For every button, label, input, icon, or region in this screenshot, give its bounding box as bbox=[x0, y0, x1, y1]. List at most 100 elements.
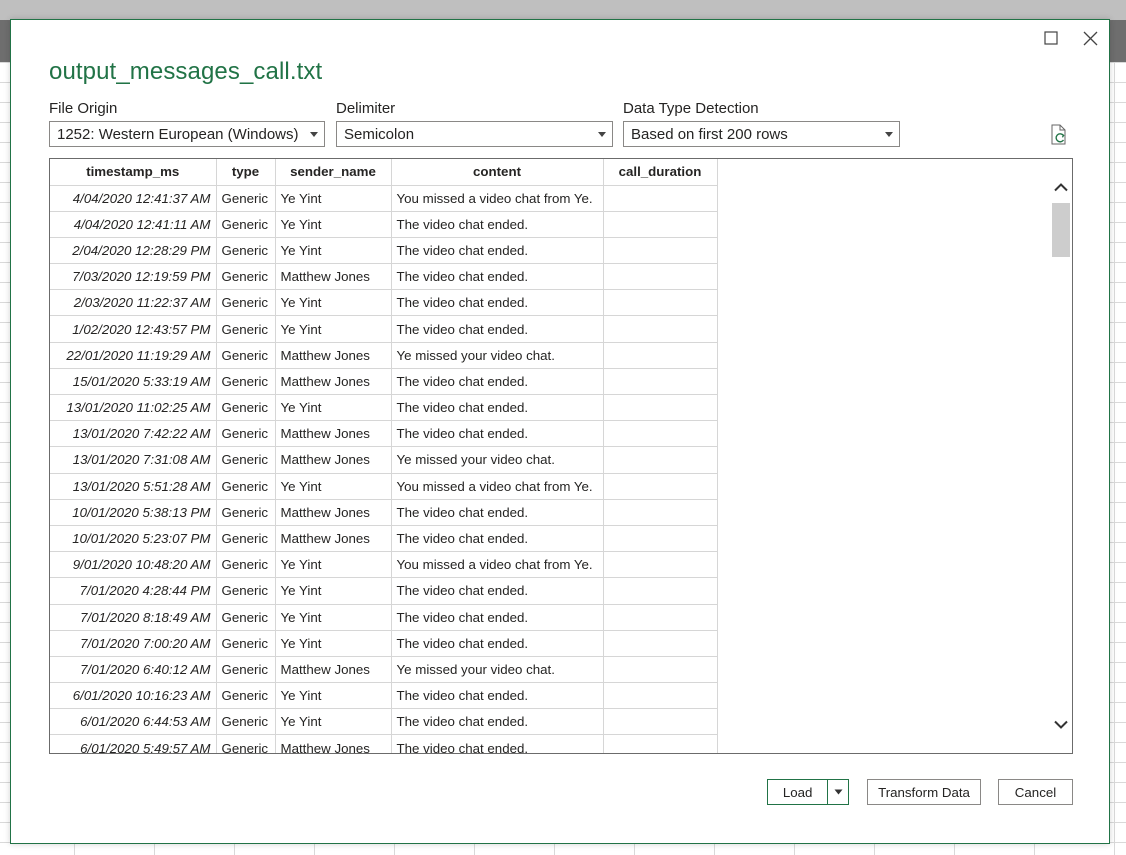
refresh-file-icon[interactable] bbox=[1049, 124, 1069, 151]
sender-name-cell: Ye Yint bbox=[275, 289, 392, 317]
sender-name-cell: Ye Yint bbox=[275, 630, 392, 657]
scroll-up-button[interactable] bbox=[1050, 176, 1072, 198]
call-duration-cell bbox=[603, 604, 718, 631]
timestamp-cell: 7/01/2020 8:18:49 AM bbox=[50, 604, 217, 631]
call-duration-cell bbox=[603, 394, 718, 422]
timestamp-cell: 2/03/2020 11:22:37 AM bbox=[50, 289, 217, 317]
sender-name-cell: Matthew Jones bbox=[275, 525, 392, 553]
import-dialog: output_messages_call.txt File Origin 125… bbox=[10, 19, 1110, 844]
table-row: 7/01/2020 7:00:20 AM Generic Ye Yint The vi… bbox=[50, 630, 718, 657]
scroll-down-button[interactable] bbox=[1050, 714, 1072, 736]
chevron-up-icon bbox=[1054, 183, 1068, 192]
sender-name-cell: Matthew Jones bbox=[275, 342, 392, 369]
table-row: 10/01/2020 5:23:07 PM Generic Matthew Jone… bbox=[50, 525, 718, 553]
close-button[interactable] bbox=[1077, 26, 1103, 50]
content-cell: The video chat ended. bbox=[391, 734, 604, 753]
call-duration-cell bbox=[603, 499, 718, 526]
sender-name-cell: Ye Yint bbox=[275, 185, 392, 212]
timestamp-cell: 13/01/2020 7:31:08 AM bbox=[50, 446, 217, 474]
sender-name-cell: Matthew Jones bbox=[275, 499, 392, 526]
type-cell: Generic bbox=[216, 368, 276, 396]
column-header-call-duration[interactable]: call_duration bbox=[603, 159, 718, 186]
timestamp-cell: 7/01/2020 7:00:20 AM bbox=[50, 630, 217, 657]
timestamp-cell: 7/01/2020 4:28:44 PM bbox=[50, 577, 217, 605]
type-cell: Generic bbox=[216, 473, 276, 500]
type-cell: Generic bbox=[216, 630, 276, 657]
table-row: 2/04/2020 12:28:29 PM Generic Ye Yint The v… bbox=[50, 237, 718, 265]
timestamp-cell: 13/01/2020 5:51:28 AM bbox=[50, 473, 217, 500]
timestamp-cell: 13/01/2020 11:02:25 AM bbox=[50, 394, 217, 422]
file-origin-label: File Origin bbox=[49, 100, 118, 117]
type-cell: Generic bbox=[216, 551, 276, 579]
file-origin-select[interactable]: 1252: Western European (Windows) bbox=[49, 121, 325, 147]
content-cell: The video chat ended. bbox=[391, 420, 604, 448]
type-cell: Generic bbox=[216, 656, 276, 684]
dialog-title: output_messages_call.txt bbox=[49, 58, 323, 85]
content-cell: The video chat ended. bbox=[391, 289, 604, 317]
type-cell: Generic bbox=[216, 211, 276, 238]
data-type-detection-select[interactable]: Based on first 200 rows bbox=[623, 121, 900, 147]
type-cell: Generic bbox=[216, 394, 276, 422]
delimiter-select[interactable]: Semicolon bbox=[336, 121, 613, 147]
sender-name-cell: Ye Yint bbox=[275, 211, 392, 238]
transform-data-button[interactable]: Transform Data bbox=[867, 779, 981, 805]
call-duration-cell bbox=[603, 551, 718, 579]
sender-name-cell: Matthew Jones bbox=[275, 446, 392, 474]
timestamp-cell: 6/01/2020 6:44:53 AM bbox=[50, 708, 217, 736]
call-duration-cell bbox=[603, 420, 718, 448]
close-icon bbox=[1083, 31, 1097, 45]
maximize-button[interactable] bbox=[1038, 26, 1064, 50]
type-cell: Generic bbox=[216, 263, 276, 291]
sender-name-cell: Ye Yint bbox=[275, 551, 392, 579]
sender-name-cell: Ye Yint bbox=[275, 577, 392, 605]
load-button[interactable]: Load bbox=[768, 785, 827, 800]
type-cell: Generic bbox=[216, 185, 276, 212]
excel-ribbon-edge-left bbox=[0, 20, 10, 62]
content-cell: You missed a video chat from Ye. bbox=[391, 551, 604, 579]
timestamp-cell: 9/01/2020 10:48:20 AM bbox=[50, 551, 217, 579]
content-cell: The video chat ended. bbox=[391, 499, 604, 526]
content-cell: You missed a video chat from Ye. bbox=[391, 473, 604, 500]
scrollbar-thumb[interactable] bbox=[1052, 203, 1070, 257]
type-cell: Generic bbox=[216, 315, 276, 343]
timestamp-cell: 4/04/2020 12:41:11 AM bbox=[50, 211, 217, 238]
sender-name-cell: Ye Yint bbox=[275, 604, 392, 631]
excel-top-bar bbox=[0, 0, 1126, 20]
type-cell: Generic bbox=[216, 420, 276, 448]
timestamp-cell: 1/02/2020 12:43:57 PM bbox=[50, 315, 217, 343]
column-header-timestamp[interactable]: timestamp_ms bbox=[50, 159, 217, 186]
type-cell: Generic bbox=[216, 237, 276, 265]
call-duration-cell bbox=[603, 525, 718, 553]
column-header-type[interactable]: type bbox=[216, 159, 276, 186]
table-row: 1/02/2020 12:43:57 PM Generic Ye Yint The v… bbox=[50, 315, 718, 343]
column-header-sender-name[interactable]: sender_name bbox=[275, 159, 392, 186]
content-cell: Ye missed your video chat. bbox=[391, 656, 604, 684]
content-cell: The video chat ended. bbox=[391, 604, 604, 631]
excel-ribbon-edge-right bbox=[1109, 20, 1126, 62]
load-options-button[interactable] bbox=[827, 780, 848, 804]
type-cell: Generic bbox=[216, 577, 276, 605]
table-row: 22/01/2020 11:19:29 AM Generic Matthew Jon… bbox=[50, 342, 718, 369]
sender-name-cell: Ye Yint bbox=[275, 708, 392, 736]
table-row: 13/01/2020 5:51:28 AM Generic Ye Yint You m… bbox=[50, 473, 718, 500]
delimiter-label: Delimiter bbox=[336, 100, 396, 117]
content-cell: The video chat ended. bbox=[391, 368, 604, 396]
timestamp-cell: 7/01/2020 6:40:12 AM bbox=[50, 656, 217, 684]
cancel-button[interactable]: Cancel bbox=[998, 779, 1073, 805]
call-duration-cell bbox=[603, 446, 718, 474]
chevron-down-icon bbox=[885, 132, 893, 137]
type-cell: Generic bbox=[216, 289, 276, 317]
content-cell: The video chat ended. bbox=[391, 577, 604, 605]
type-cell: Generic bbox=[216, 604, 276, 631]
data-type-detection-label: Data Type Detection bbox=[623, 100, 759, 117]
call-duration-cell bbox=[603, 656, 718, 684]
sender-name-cell: Matthew Jones bbox=[275, 656, 392, 684]
column-header-content[interactable]: content bbox=[391, 159, 604, 186]
table-row: 9/01/2020 10:48:20 AM Generic Ye Yint You m… bbox=[50, 551, 718, 579]
call-duration-cell bbox=[603, 185, 718, 212]
timestamp-cell: 15/01/2020 5:33:19 AM bbox=[50, 368, 217, 396]
chevron-down-icon bbox=[598, 132, 606, 137]
call-duration-cell bbox=[603, 473, 718, 500]
data-preview: timestamp_ms type sender_name content ca… bbox=[49, 158, 1073, 754]
call-duration-cell bbox=[603, 211, 718, 238]
